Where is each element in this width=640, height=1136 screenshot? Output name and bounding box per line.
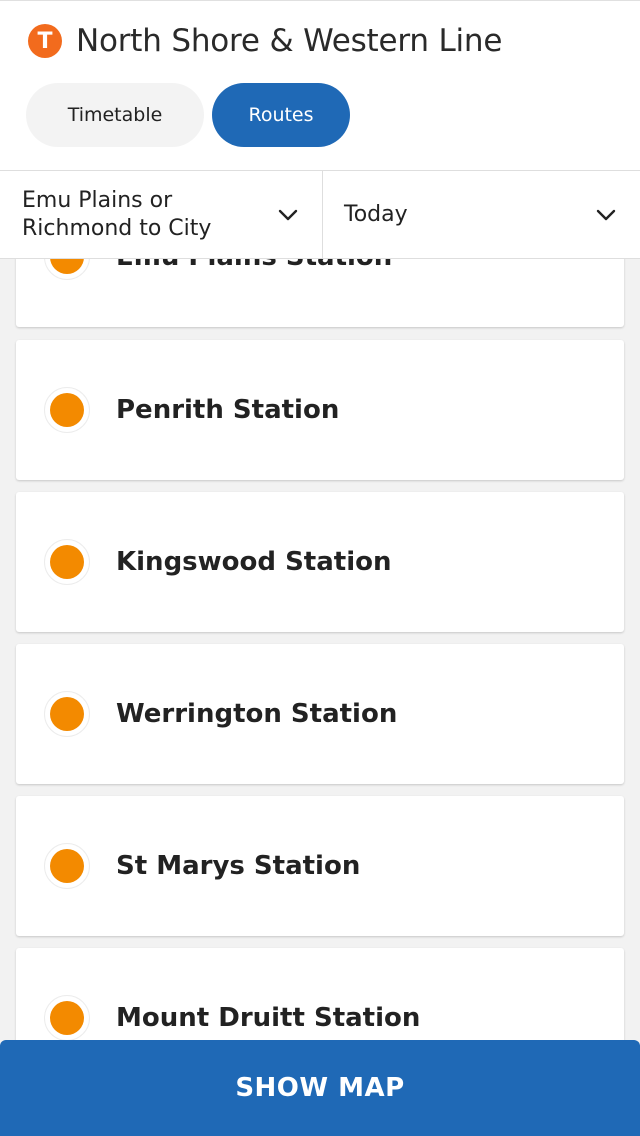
chevron-down-icon — [278, 209, 298, 220]
station-card[interactable]: Kingswood Station — [16, 492, 624, 632]
station-dot-icon — [44, 539, 90, 585]
tab-timetable[interactable]: Timetable — [26, 83, 204, 147]
day-dropdown[interactable]: Today — [323, 171, 640, 258]
station-card[interactable]: Penrith Station — [16, 340, 624, 480]
station-name: Penrith Station — [116, 395, 340, 425]
station-dot-icon — [44, 691, 90, 737]
chevron-down-icon — [596, 209, 616, 220]
show-map-button[interactable]: SHOW MAP — [0, 1040, 640, 1136]
header: T North Shore & Western Line Timetable R… — [0, 0, 640, 170]
day-dropdown-value: Today — [344, 201, 408, 227]
station-name: Werrington Station — [116, 699, 398, 729]
title-row: T North Shore & Western Line — [28, 23, 502, 59]
route-dropdown-value: Emu Plains or Richmond to City — [22, 187, 212, 241]
route-dropdown[interactable]: Emu Plains or Richmond to City — [0, 171, 323, 258]
station-dot-icon — [44, 995, 90, 1041]
tab-routes[interactable]: Routes — [212, 83, 350, 147]
station-dot-icon — [44, 387, 90, 433]
logo-letter: T — [37, 28, 53, 54]
station-name: Mount Druitt Station — [116, 1003, 421, 1033]
station-dot-icon — [44, 843, 90, 889]
station-card[interactable]: St Marys Station — [16, 796, 624, 936]
train-logo-icon: T — [28, 24, 62, 58]
page-title: North Shore & Western Line — [76, 23, 503, 59]
station-name: Kingswood Station — [116, 547, 392, 577]
station-card[interactable]: Werrington Station — [16, 644, 624, 784]
filter-bar: Emu Plains or Richmond to City Today — [0, 170, 640, 259]
station-name: St Marys Station — [116, 851, 361, 881]
